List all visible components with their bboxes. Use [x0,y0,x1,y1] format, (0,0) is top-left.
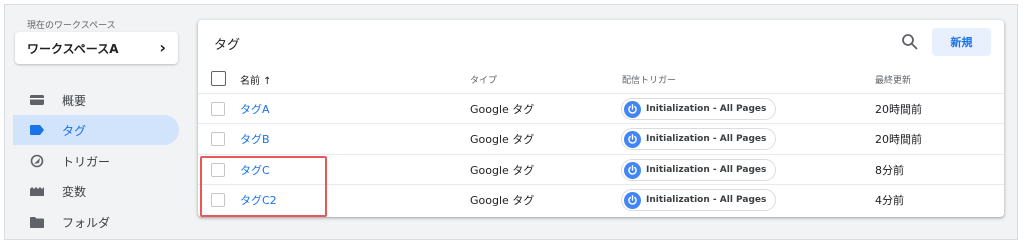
sidebar-item-label: 概要 [62,93,87,108]
tag-type: Google タグ [470,164,535,177]
tag-type: Google タグ [470,133,535,146]
search-button[interactable] [901,33,921,53]
power-icon [624,191,641,209]
tag-name-link[interactable]: タグA [240,94,270,124]
search-icon [901,34,919,55]
trigger-label: Initialization - All Pages [646,104,767,114]
last-updated: 4分前 [875,194,904,207]
sidebar-item-tags[interactable]: タグ [13,115,179,145]
column-header-type[interactable]: タイプ [470,64,497,94]
workspace-caption: 現在のワークスペース [27,21,116,31]
select-all-checkbox[interactable] [211,71,226,86]
workspace-selector[interactable]: ワークスペースA › [15,32,178,64]
table-row[interactable]: タグA Google タグ Initialization - All Pages… [198,93,1004,123]
tag-name-link[interactable]: タグB [240,124,270,154]
trigger-label: Initialization - All Pages [646,165,767,175]
trigger-chip[interactable]: Initialization - All Pages [621,159,777,181]
highlight-box [200,156,327,217]
column-header-trigger[interactable]: 配信トリガー [622,64,676,94]
row-checkbox[interactable] [211,132,225,146]
sidebar-item-label: トリガー [62,154,111,169]
trigger-chip[interactable]: Initialization - All Pages [621,98,777,120]
row-checkbox[interactable] [211,102,225,116]
trigger-chip[interactable]: Initialization - All Pages [621,189,777,211]
sidebar-item-folders[interactable]: フォルダ [13,207,179,237]
variables-icon [30,184,44,198]
table-header: 名前 ↑ タイプ 配信トリガー 最終更新 [198,64,1004,94]
trigger-label: Initialization - All Pages [646,134,767,144]
workspace-name: ワークスペースA [27,41,119,56]
page-title: タグ [214,38,241,53]
trigger-icon [30,154,44,168]
trigger-chip[interactable]: Initialization - All Pages [621,128,777,150]
trigger-label: Initialization - All Pages [646,195,767,205]
sidebar-item-triggers[interactable]: トリガー [13,146,179,176]
power-icon [624,161,641,179]
power-icon [624,100,641,118]
column-header-updated[interactable]: 最終更新 [875,64,911,94]
overview-icon [30,93,44,107]
sidebar-item-label: フォルダ [62,215,111,230]
app-frame: 現在のワークスペース ワークスペースA › 概要 タグ トリガー 変数 フォルダ [4,4,1018,240]
tag-icon [30,123,44,137]
folder-icon [30,215,44,229]
sidebar-item-label: タグ [62,123,87,138]
sidebar-item-overview[interactable]: 概要 [13,85,179,115]
sidebar-item-label: 変数 [62,184,87,199]
tag-type: Google タグ [470,194,535,207]
last-updated: 20時間前 [875,103,922,116]
tag-type: Google タグ [470,103,535,116]
chevron-right-icon: › [159,38,166,57]
new-tag-button[interactable]: 新規 [932,28,991,56]
column-header-name[interactable]: 名前 ↑ [240,64,272,94]
last-updated: 20時間前 [875,133,922,146]
last-updated: 8分前 [875,164,904,177]
table-row[interactable]: タグB Google タグ Initialization - All Pages… [198,123,1004,153]
sidebar-item-variables[interactable]: 変数 [13,176,179,206]
power-icon [624,130,641,148]
